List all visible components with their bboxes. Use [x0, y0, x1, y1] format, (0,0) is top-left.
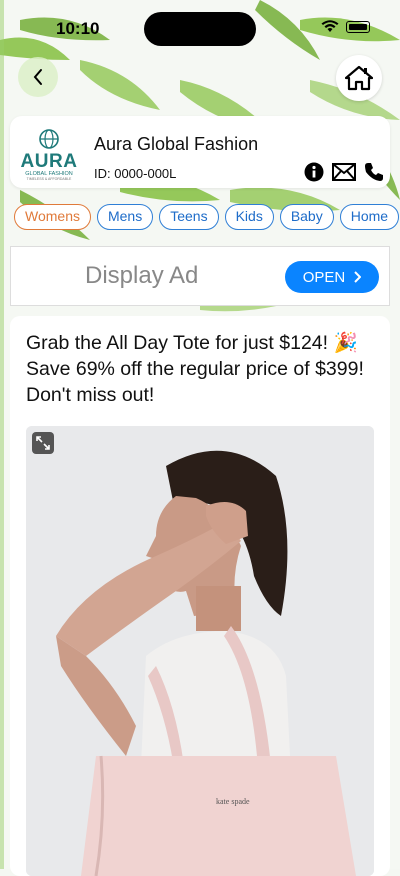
wifi-icon: [321, 20, 339, 32]
tab-home[interactable]: Home: [339, 204, 400, 230]
info-icon[interactable]: [304, 162, 324, 182]
ad-text: Display Ad: [85, 262, 199, 289]
bag-brand-text: kate spade: [216, 797, 250, 806]
chevron-left-icon: [33, 69, 42, 85]
tab-kids[interactable]: Kids: [224, 204, 274, 230]
globe-icon: [39, 129, 59, 149]
post-text: Grab the All Day Tote for just $124! 🎉 S…: [26, 332, 364, 406]
home-icon: [345, 65, 373, 91]
business-logo[interactable]: AURA GLOBAL FASHION TIMELESS & AFFORDABL…: [14, 122, 84, 186]
ad-open-label: OPEN: [302, 268, 346, 286]
product-photo: kate spade: [26, 426, 374, 876]
phone-icon[interactable]: [364, 162, 384, 182]
category-tabs: Womens Mens Teens Kids Baby Home: [14, 204, 400, 230]
mail-icon[interactable]: [332, 163, 356, 181]
business-name: Aura Global Fashion: [94, 134, 259, 154]
status-bar: 10:10: [0, 0, 400, 54]
ad-open-button[interactable]: OPEN: [285, 261, 379, 293]
dynamic-island: [144, 12, 256, 46]
expand-icon: [36, 436, 50, 450]
display-ad-banner[interactable]: Display Ad OPEN: [10, 246, 390, 306]
tab-baby[interactable]: Baby: [279, 204, 334, 230]
business-id: ID: 0000-000L: [94, 166, 177, 181]
contact-icons: [304, 162, 384, 182]
tab-womens[interactable]: Womens: [14, 204, 91, 230]
logo-word: AURA: [20, 151, 78, 172]
status-icons: [321, 20, 370, 33]
tab-teens[interactable]: Teens: [159, 204, 219, 230]
home-button[interactable]: [336, 55, 382, 101]
post-image[interactable]: kate spade: [26, 426, 374, 876]
tab-mens[interactable]: Mens: [96, 204, 154, 230]
chevron-right-icon: [354, 271, 362, 283]
status-time: 10:10: [56, 19, 100, 38]
expand-button[interactable]: [32, 432, 54, 454]
post-card: Grab the All Day Tote for just $124! 🎉 S…: [10, 316, 390, 876]
battery-icon: [346, 20, 370, 33]
back-button[interactable]: [18, 57, 58, 97]
logo-tagline: TIMELESS & AFFORDABLE: [26, 177, 72, 181]
business-profile-card: AURA GLOBAL FASHION TIMELESS & AFFORDABL…: [10, 116, 390, 188]
